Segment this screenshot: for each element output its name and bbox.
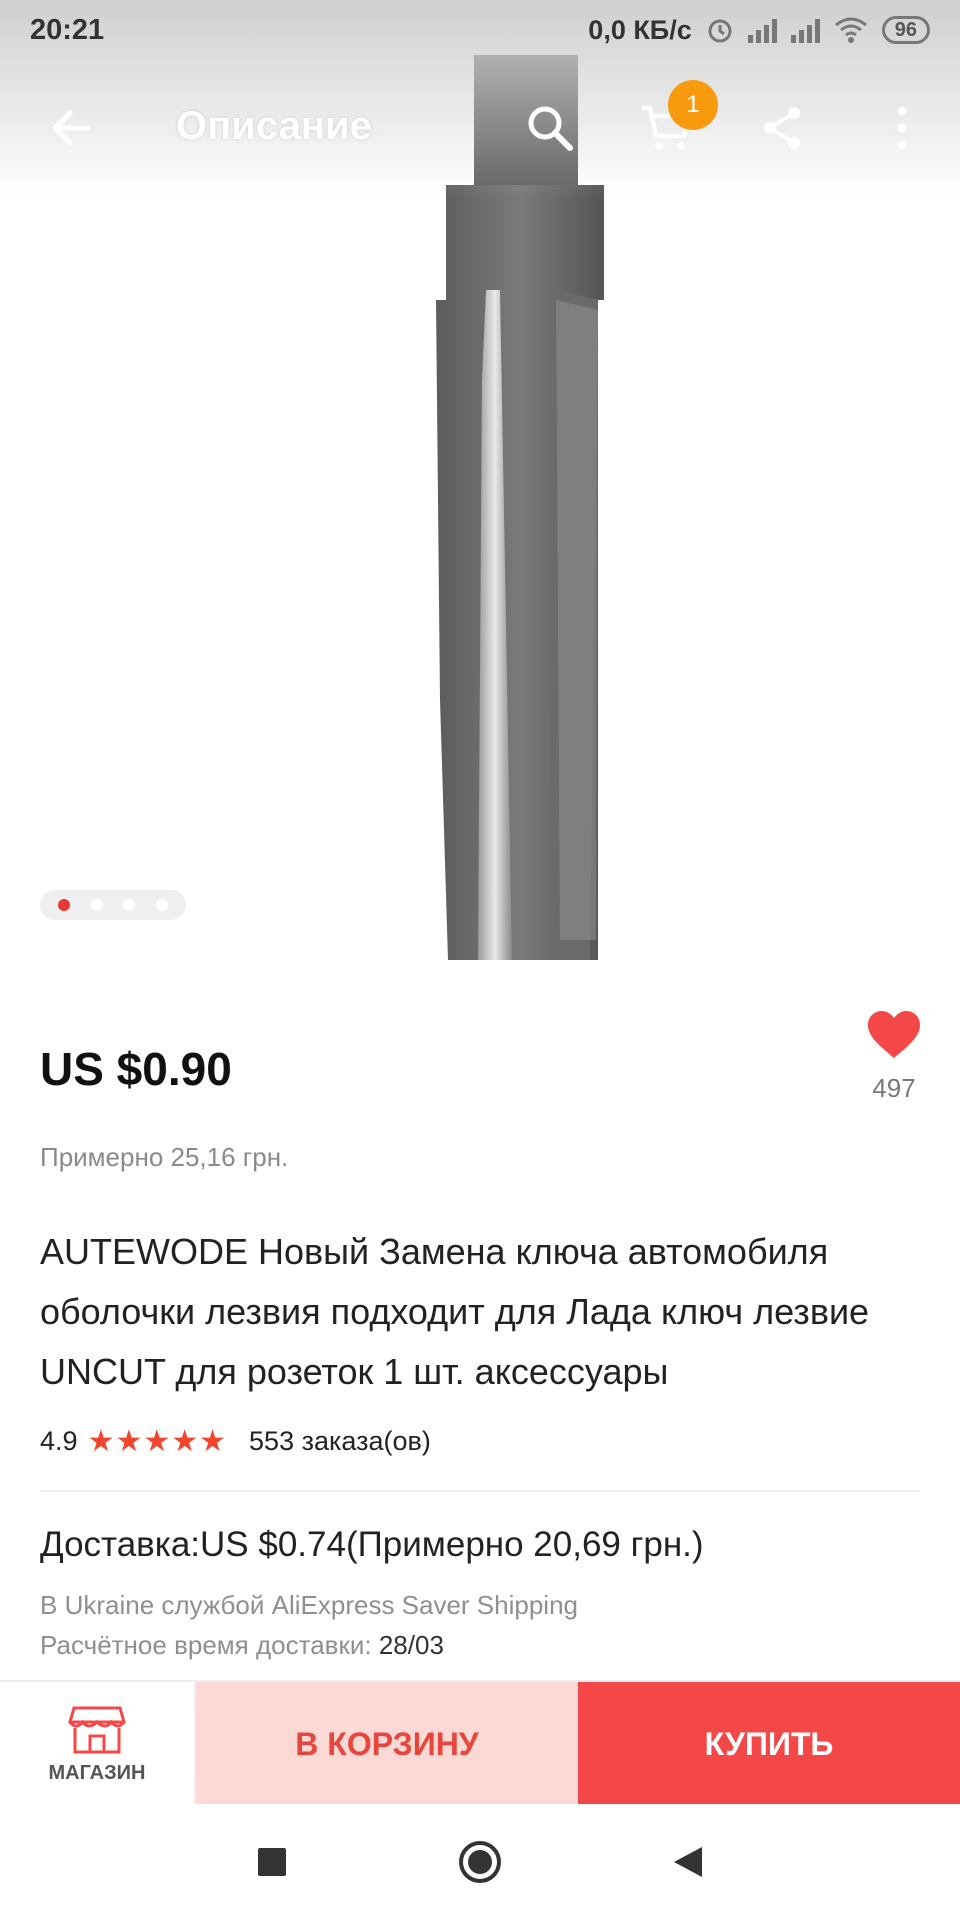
shipping-method: В Ukraine службой AliExpress Saver Shipp… <box>40 1590 579 1620</box>
wifi-icon <box>834 17 867 43</box>
shipping-cost[interactable]: Доставка:US $0.74(Примерно 20,69 грн.) <box>40 1525 704 1565</box>
share-icon <box>764 107 800 149</box>
pagination-dot-active <box>58 899 71 911</box>
pagination-dot <box>90 899 103 911</box>
back-nav-icon[interactable] <box>672 1845 704 1879</box>
page-title: Описание <box>176 104 372 148</box>
store-icon <box>68 1706 126 1753</box>
battery-indicator: 96 <box>881 16 930 44</box>
heart-icon <box>868 1011 920 1058</box>
more-options-button[interactable] <box>872 98 932 158</box>
wishlist-count: 497 <box>872 1073 916 1103</box>
signal-icon <box>790 17 820 43</box>
star-rating-icon: ★★★★★ <box>87 1425 228 1458</box>
back-button[interactable] <box>42 98 102 158</box>
search-button[interactable] <box>520 98 580 158</box>
wishlist-button[interactable]: 497 <box>858 1010 930 1104</box>
store-button[interactable]: МАГАЗИН <box>0 1682 196 1806</box>
product-title: AUTEWODE Новый Замена ключа автомобиля о… <box>40 1231 870 1392</box>
status-indicators: 0,0 КБ/с 96 <box>588 15 930 46</box>
approx-price: Примерно 25,16 грн. <box>40 1142 289 1172</box>
gallery-pagination <box>40 890 186 920</box>
store-label: МАГАЗИН <box>48 1761 146 1784</box>
product-price: US $0.90 <box>40 1043 232 1095</box>
pagination-dot <box>123 899 136 911</box>
search-icon <box>528 106 573 151</box>
status-time: 20:21 <box>30 13 105 46</box>
rating-value: 4.9 <box>40 1426 78 1456</box>
bottom-action-bar: МАГАЗИН В КОРЗИНУ КУПИТЬ <box>0 1680 960 1806</box>
status-bar: 20:21 0,0 КБ/с 96 <box>0 0 960 60</box>
add-to-cart-button[interactable]: В КОРЗИНУ <box>196 1682 578 1806</box>
delivery-time-label: Расчётное время доставки: <box>40 1630 379 1660</box>
pagination-dot <box>155 899 168 911</box>
more-vertical-icon <box>897 106 907 150</box>
network-speed: 0,0 КБ/с <box>588 14 692 45</box>
system-nav-bar <box>0 1804 960 1920</box>
recents-icon[interactable] <box>256 1846 288 1878</box>
rating-row[interactable]: 4.9 ★★★★★ 553 заказа(ов) <box>40 1424 431 1459</box>
orders-count: 553 заказа(ов) <box>249 1426 431 1456</box>
home-icon[interactable] <box>458 1840 502 1884</box>
app-bar: Описание 1 <box>0 70 960 186</box>
delivery-time: Расчётное время доставки: 28/03 <box>40 1630 444 1661</box>
buy-now-button[interactable]: КУПИТЬ <box>578 1682 960 1806</box>
divider <box>40 1490 920 1492</box>
cart-count-badge: 1 <box>668 80 718 130</box>
cart-button[interactable]: 1 <box>636 80 718 158</box>
alarm-icon <box>708 19 732 43</box>
arrow-left-icon <box>52 110 91 146</box>
signal-icon <box>747 17 777 43</box>
share-button[interactable] <box>752 98 812 158</box>
delivery-time-value: 28/03 <box>378 1630 444 1660</box>
